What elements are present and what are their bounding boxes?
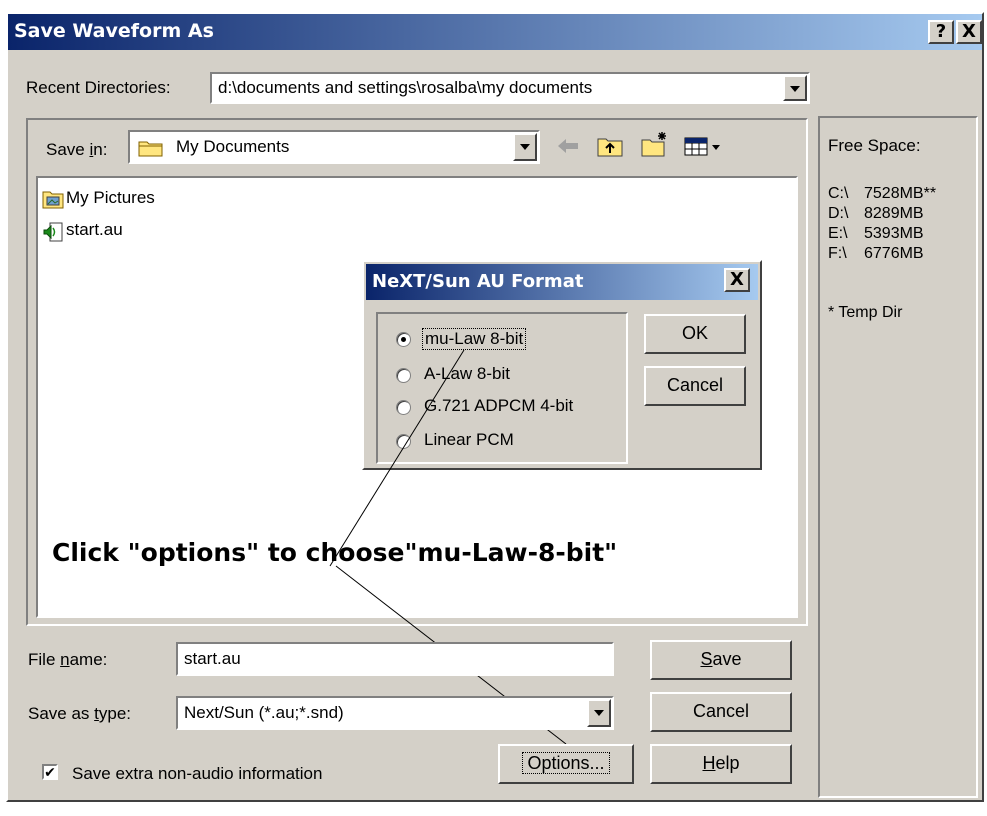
save-as-type-combo[interactable]: Next/Sun (*.au;*.snd) [176, 696, 614, 730]
extra-info-label: Save extra non-audio information [72, 764, 323, 783]
drive-row: C:\ 7528MB** [828, 185, 937, 202]
file-name-input[interactable]: start.au [176, 642, 614, 676]
drive-row: E:\ 5393MB [828, 225, 924, 242]
save-as-type-value: Next/Sun (*.au;*.snd) [184, 703, 344, 722]
save-as-type-label: Save as type: [28, 704, 132, 723]
save-button[interactable]: Save [650, 640, 792, 680]
drive-row: D:\ 8289MB [828, 205, 924, 222]
cancel-button[interactable]: Cancel [650, 692, 792, 732]
file-name-value: start.au [184, 649, 241, 668]
drive-list: C:\ 7528MB** D:\ 8289MB E:\ 5393MB F:\ 6776M… [828, 184, 936, 264]
options-button[interactable]: Options... [498, 744, 634, 784]
extra-info-checkbox[interactable]: ✔ [42, 764, 58, 780]
temp-dir-note: * Temp Dir [828, 304, 903, 321]
drive-row: F:\ 6776MB [828, 245, 924, 262]
save-as-type-dropdown-button[interactable] [587, 699, 611, 727]
free-space-title: Free Space: [828, 136, 921, 155]
help-button[interactable]: Help [650, 744, 792, 784]
chevron-down-icon [594, 710, 604, 716]
file-name-label: File name: [28, 650, 108, 669]
